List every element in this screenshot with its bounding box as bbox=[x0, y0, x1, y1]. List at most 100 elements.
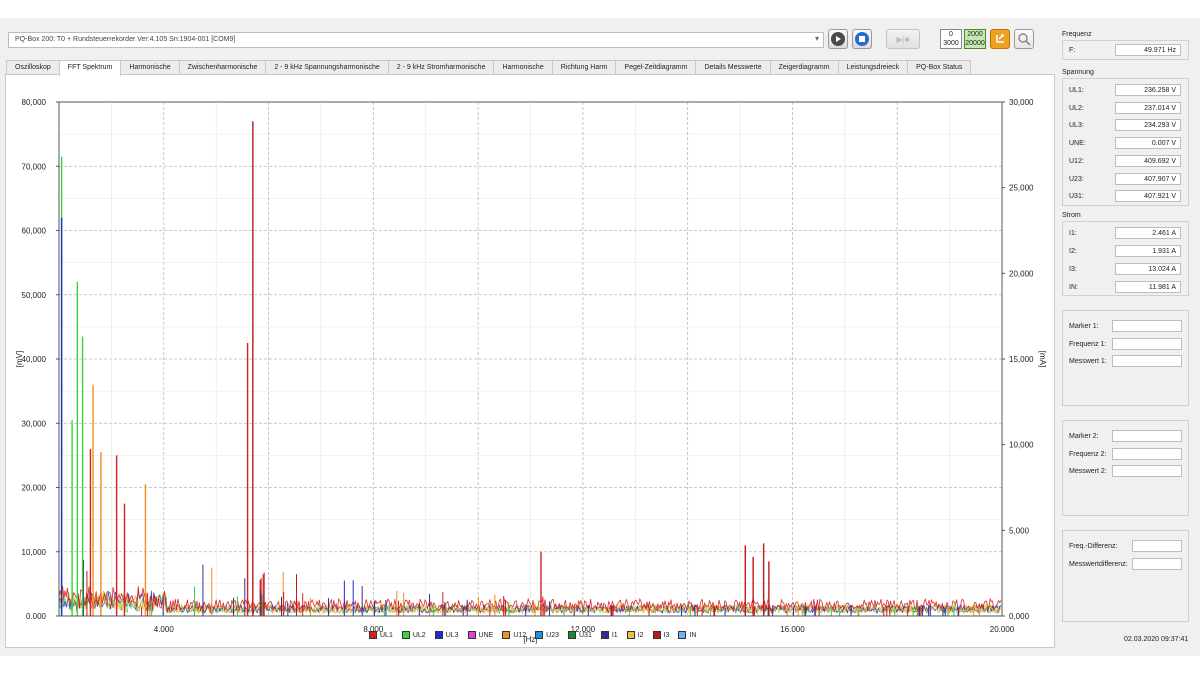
noise-floor bbox=[58, 559, 1002, 616]
tab-oszilloskop-0[interactable]: Oszilloskop bbox=[6, 60, 60, 75]
tab-zeigerdiagramm-10[interactable]: Zeigerdiagramm bbox=[769, 60, 839, 75]
legend-label: I2 bbox=[637, 631, 644, 639]
stop-icon bbox=[855, 32, 869, 46]
timestamp: 02.03.2020 09:37:41 bbox=[1124, 636, 1189, 643]
legend-swatch bbox=[568, 631, 576, 639]
current-value: 1.931 A bbox=[1115, 245, 1181, 257]
marker2-field-2[interactable] bbox=[1112, 465, 1182, 477]
legend-item-i1[interactable]: I1 bbox=[600, 631, 618, 639]
y2-tick-label: 20,000 bbox=[1009, 269, 1034, 278]
y2-tick-label: 30,000 bbox=[1009, 98, 1034, 107]
y-axis-label: [mV] bbox=[15, 351, 24, 367]
current-label: IN: bbox=[1069, 284, 1078, 291]
x-tick-label: 16.000 bbox=[780, 625, 805, 634]
x-tick-label: 20.000 bbox=[990, 625, 1015, 634]
marker1-field-2[interactable] bbox=[1112, 355, 1182, 367]
legend-swatch bbox=[502, 631, 511, 639]
export-icon bbox=[996, 34, 1004, 43]
frequency-group: F: 49.971 Hz bbox=[1062, 40, 1189, 60]
legend-item-ul1[interactable]: UL1 bbox=[369, 631, 393, 639]
y-tick-label: 40,000 bbox=[22, 355, 47, 364]
legend-item-u12[interactable]: U12 bbox=[502, 631, 526, 639]
current-value: 2.461 A bbox=[1115, 227, 1181, 239]
marker1-label-1: Frequenz 1: bbox=[1069, 340, 1107, 348]
tab-details-messwerte-9[interactable]: Details Messwerte bbox=[695, 60, 771, 75]
legend-item-u31[interactable]: U31 bbox=[568, 631, 592, 639]
diff-field-1[interactable] bbox=[1132, 557, 1182, 570]
legend-label: U23 bbox=[546, 631, 559, 639]
y2-tick-label: 5,000 bbox=[1009, 526, 1030, 535]
voltage-value: 407.907 V bbox=[1115, 172, 1181, 185]
legend-swatch bbox=[369, 631, 377, 639]
y-tick-label: 20,000 bbox=[22, 484, 47, 493]
search-icon bbox=[1018, 33, 1031, 46]
legend-label: IN bbox=[689, 631, 697, 639]
voltage-label: UL1: bbox=[1069, 87, 1084, 94]
marker2-field-0[interactable] bbox=[1112, 430, 1182, 442]
tab-pegel-zeitdiagramm-8[interactable]: Pegel-Zeitdiagramm bbox=[615, 60, 697, 75]
y-tick-label: 80,000 bbox=[22, 98, 47, 107]
device-select[interactable]: PQ-Box 200: T0 + Rundsteuerrekorder Ver:… bbox=[8, 32, 824, 48]
range-button-0-3000[interactable]: 0 3000 bbox=[940, 29, 962, 49]
marker1-field-0[interactable] bbox=[1112, 320, 1182, 332]
marker1-group: Marker 1: Frequenz 1: Messwert 1: bbox=[1062, 310, 1189, 406]
chart-tick-labels: 0.000 10,000 20,000 30,000 40,000 50,000 60,00… bbox=[15, 98, 1047, 644]
voltage-label: UL3: bbox=[1069, 122, 1084, 130]
current-group: I1: 2.461 A I2: 1.931 A I3: 13.024 A IN: 11.981… bbox=[1062, 221, 1189, 296]
play-icon bbox=[831, 32, 845, 46]
marker1-field-1[interactable] bbox=[1112, 337, 1182, 350]
search-button[interactable] bbox=[1014, 29, 1034, 49]
legend-item-i2[interactable]: I2 bbox=[626, 631, 644, 639]
legend-item-ul3[interactable]: UL3 bbox=[434, 631, 459, 639]
tab-2-9-khz-stromharmonische-5[interactable]: 2 - 9 kHz Stromharmonische bbox=[387, 60, 495, 75]
record-button[interactable]: ▶|■ bbox=[886, 29, 920, 49]
tab-harmonische-2[interactable]: Harmonische bbox=[120, 60, 180, 75]
range2-top: 2000 bbox=[967, 31, 983, 38]
legend-item-in[interactable]: IN bbox=[678, 631, 696, 639]
legend-label: UL1 bbox=[380, 631, 393, 639]
export-button[interactable] bbox=[990, 29, 1010, 49]
tab-richtung-harm-7[interactable]: Richtung Harm bbox=[551, 60, 617, 75]
play-button[interactable] bbox=[828, 29, 848, 49]
legend-item-i3[interactable]: I3 bbox=[652, 631, 670, 639]
voltage-value: 234.293 V bbox=[1115, 119, 1181, 132]
range2-bottom: 20000 bbox=[965, 40, 985, 47]
fft-chart-panel: 0.000 10,000 20,000 30,000 40,000 50,000 60,00… bbox=[5, 74, 1055, 648]
voltage-title: Spannung bbox=[1062, 69, 1094, 76]
record-icon: ▶|■ bbox=[896, 34, 910, 44]
x-tick-label: 4.000 bbox=[154, 625, 175, 634]
tab-2-9-khz-spannungsharmonische-4[interactable]: 2 - 9 kHz Spannungsharmonische bbox=[265, 60, 389, 75]
diff-field-0[interactable] bbox=[1132, 540, 1182, 552]
device-select-label: PQ-Box 200: T0 + Rundsteuerrekorder Ver:… bbox=[15, 36, 236, 43]
voltage-label: U23: bbox=[1069, 175, 1084, 183]
legend-swatch bbox=[467, 631, 476, 639]
tab-pq-box-status-12[interactable]: PQ-Box Status bbox=[907, 60, 972, 75]
current-value: 13.024 A bbox=[1115, 263, 1181, 275]
peak-lines bbox=[60, 121, 770, 616]
legend-item-u23[interactable]: U23 bbox=[535, 631, 559, 639]
difference-group: Freq.-Differenz: Messwertdifferenz: bbox=[1062, 530, 1189, 622]
legend-label: U12 bbox=[513, 631, 527, 639]
marker2-group: Marker 2: Frequenz 2: Messwert 2: bbox=[1062, 420, 1189, 516]
legend-item-ul2[interactable]: UL2 bbox=[401, 631, 426, 639]
voltage-value: 409.692 V bbox=[1115, 154, 1181, 167]
current-label: I2: bbox=[1069, 248, 1077, 255]
tab-zwischenharmonische-3[interactable]: Zwischenharmonische bbox=[178, 60, 267, 75]
y-tick-label: 60,000 bbox=[22, 227, 47, 236]
marker1-label-2: Messwert 1: bbox=[1069, 358, 1107, 365]
marker2-field-1[interactable] bbox=[1112, 447, 1182, 460]
fft-chart: 0.000 10,000 20,000 30,000 40,000 50,000 60,00… bbox=[15, 98, 1047, 644]
tab-leistungsdreieck-11[interactable]: Leistungsdreieck bbox=[837, 60, 909, 75]
y2-axis-label: [mA] bbox=[1038, 351, 1047, 367]
legend-label: I3 bbox=[663, 631, 670, 639]
legend-label: UNE bbox=[478, 631, 494, 639]
voltage-label: U31: bbox=[1069, 193, 1084, 201]
tab-fft-spektrum-1[interactable]: FFT Spektrum bbox=[58, 60, 122, 76]
stop-button[interactable] bbox=[852, 29, 872, 49]
legend-item-une[interactable]: UNE bbox=[467, 631, 494, 639]
tab-harmonische-6[interactable]: Harmonische bbox=[493, 60, 553, 75]
range-button-2000-20000[interactable]: 2000 20000 bbox=[964, 29, 986, 49]
legend-swatch bbox=[535, 631, 544, 639]
legend-label: UL3 bbox=[445, 631, 459, 639]
y-tick-label: 50,000 bbox=[22, 291, 47, 300]
